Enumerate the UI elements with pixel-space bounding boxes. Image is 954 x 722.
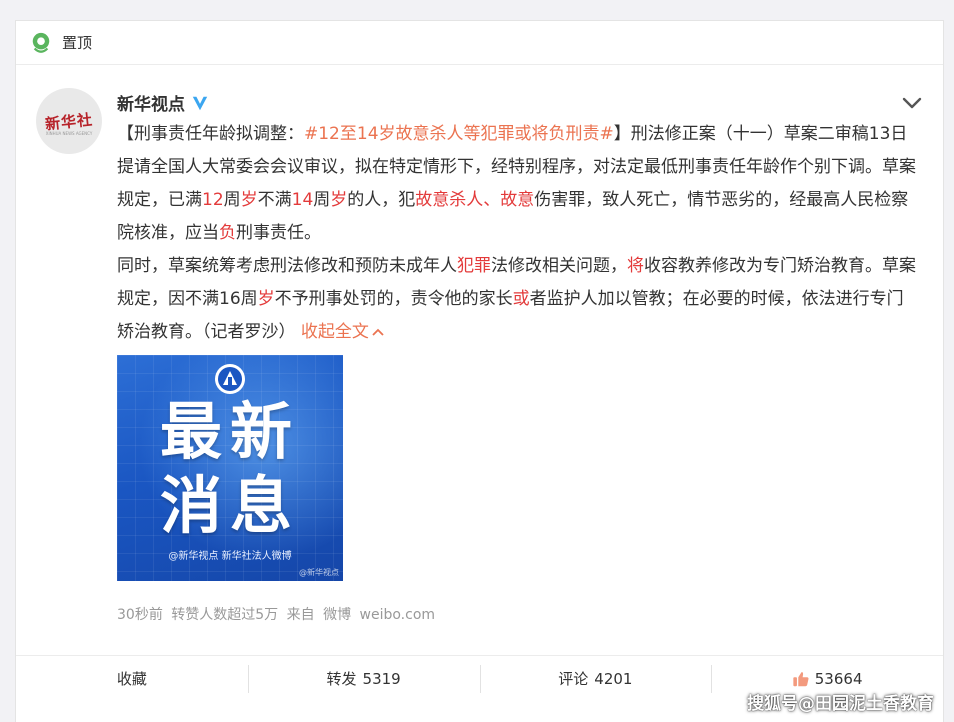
- highlight-text: 岁: [330, 190, 348, 210]
- news-image[interactable]: 最新 消息 @新华视点 新华社法人微博 @新华视点: [117, 355, 343, 581]
- highlight-text: 犯罪: [457, 256, 491, 276]
- source-watermark: 搜狐号@田园泥土香教育: [747, 694, 934, 714]
- xinhua-emblem-icon: [215, 364, 245, 394]
- pinned-label: 置顶: [62, 34, 93, 52]
- highlight-text: 14: [291, 190, 314, 210]
- text-segment: 【刑事责任年龄拟调整：: [117, 124, 304, 144]
- favorite-button[interactable]: 收藏: [16, 664, 248, 694]
- comment-button[interactable]: 评论 4201: [479, 664, 712, 694]
- text-segment: 周: [313, 190, 331, 210]
- highlight-text: 故意杀人: [415, 190, 484, 210]
- collapse-full-text-link[interactable]: 收起全文: [301, 322, 385, 342]
- username-text[interactable]: 新华视点: [117, 90, 185, 115]
- post-paragraph-2: 同时，草案统筹考虑刑法修改和预防未成年人犯罪法修改相关问题，将收容教养修改为专门…: [117, 250, 917, 349]
- location-pin-icon: [32, 32, 50, 53]
- repost-count: 5319: [362, 669, 401, 688]
- highlight-text: 、: [483, 190, 501, 210]
- verified-icon: [192, 96, 208, 110]
- text-segment: 周: [223, 190, 241, 210]
- username[interactable]: 新华视点: [117, 90, 209, 115]
- comment-count: 4201: [594, 669, 633, 688]
- avatar-logo-subtext: XINHUA NEWS AGENCY: [45, 131, 93, 136]
- topic-hashtag-link[interactable]: #12至14岁故意杀人等犯罪或将负刑责#: [304, 124, 614, 144]
- image-title-line-1: 最新: [159, 395, 300, 468]
- text-segment: 同时，草案统筹考虑刑法修改和预防未成年人: [117, 256, 457, 276]
- chevron-down-icon[interactable]: [902, 96, 922, 110]
- highlight-text: 故意: [500, 190, 535, 210]
- text-segment: 不满: [257, 190, 292, 210]
- highlight-text: 岁: [257, 289, 275, 309]
- pinned-bar: 置顶: [16, 21, 943, 65]
- like-count: 53664: [814, 669, 863, 688]
- highlight-text: 负: [219, 223, 236, 243]
- text-segment: 不予刑事处罚的，责令他的家长: [274, 289, 513, 309]
- image-credit: @新华视点 新华社法人微博: [168, 551, 292, 562]
- highlight-text: 或: [512, 289, 530, 309]
- favorite-label: 收藏: [116, 670, 147, 688]
- post-meta: 30秒前 转赞人数超过5万 来自 微博 weibo.com: [117, 607, 436, 623]
- text-segment: 刑事责任。: [236, 223, 321, 243]
- post-paragraph-1: 【刑事责任年龄拟调整：#12至14岁故意杀人等犯罪或将负刑责#】刑法修正案（十一…: [117, 118, 917, 250]
- image-title-line-2: 消息: [159, 469, 300, 542]
- highlight-text: 12: [202, 190, 224, 210]
- repost-label: 转发: [326, 670, 357, 688]
- comment-label: 评论: [558, 670, 589, 688]
- text-segment: 的人，犯: [347, 190, 416, 210]
- repost-button[interactable]: 转发 5319: [247, 664, 480, 694]
- thumbs-up-icon: [793, 671, 809, 686]
- collapse-label[interactable]: 收起全文: [301, 322, 369, 342]
- post-content: 【刑事责任年龄拟调整：#12至14岁故意杀人等犯罪或将负刑责#】刑法修正案（十一…: [117, 118, 917, 349]
- highlight-text: 岁: [240, 190, 258, 210]
- avatar[interactable]: 新华社 XINHUA NEWS AGENCY: [36, 88, 102, 154]
- text-segment: 法修改相关问题，: [491, 256, 627, 276]
- highlight-text: 将: [627, 256, 644, 276]
- image-watermark: @新华视点: [299, 568, 339, 577]
- chevron-up-icon[interactable]: [371, 327, 385, 337]
